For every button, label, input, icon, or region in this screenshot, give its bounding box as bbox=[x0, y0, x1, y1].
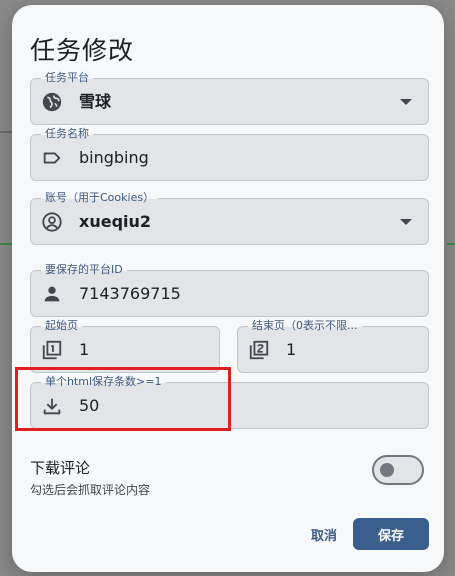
dialog-title: 任务修改 bbox=[30, 36, 135, 65]
switch-knob bbox=[380, 463, 394, 477]
person-icon bbox=[41, 283, 63, 305]
start-page-value: 1 bbox=[79, 340, 90, 359]
download-comments-subtitle: 勾选后会抓取评论内容 bbox=[30, 483, 151, 497]
account-label: 账号（用于Cookies） bbox=[41, 190, 159, 206]
end-page-label: 结束页（0表示不限... bbox=[248, 318, 362, 334]
task-name-label: 任务名称 bbox=[41, 126, 93, 142]
download-comments-switch[interactable] bbox=[372, 455, 424, 485]
end-page-value: 1 bbox=[286, 340, 297, 359]
platform-id-field[interactable]: 要保存的平台ID 7143769715 bbox=[30, 262, 429, 317]
start-page-field[interactable]: 起始页 1 bbox=[30, 318, 220, 373]
platform-value: 雪球 bbox=[79, 92, 112, 111]
filter-1-icon bbox=[41, 339, 63, 361]
globe-icon bbox=[41, 91, 63, 113]
chevron-down-icon[interactable] bbox=[400, 99, 412, 105]
account-circle-icon bbox=[41, 211, 63, 233]
highlight-box bbox=[15, 367, 231, 431]
platform-select[interactable]: 任务平台 雪球 bbox=[30, 70, 429, 125]
task-edit-dialog: 任务修改 任务平台 雪球 任务名称 bingbing 账号（用于Cookies）… bbox=[12, 5, 444, 572]
task-name-value: bingbing bbox=[79, 148, 149, 167]
label-tag-icon bbox=[41, 147, 63, 169]
platform-label: 任务平台 bbox=[41, 70, 93, 86]
background-divider bbox=[0, 131, 12, 133]
chevron-down-icon[interactable] bbox=[400, 219, 412, 225]
cancel-button[interactable]: 取消 bbox=[300, 518, 348, 550]
platform-id-label: 要保存的平台ID bbox=[41, 262, 127, 278]
download-comments-title: 下载评论 bbox=[30, 459, 91, 477]
filter-2-icon bbox=[248, 339, 270, 361]
platform-id-value: 7143769715 bbox=[79, 284, 181, 303]
end-page-field[interactable]: 结束页（0表示不限... 1 bbox=[237, 318, 429, 373]
account-select[interactable]: 账号（用于Cookies） xueqiu2 bbox=[30, 190, 429, 245]
background-accent-line bbox=[447, 243, 455, 245]
account-value: xueqiu2 bbox=[79, 212, 152, 231]
save-button[interactable]: 保存 bbox=[353, 518, 429, 550]
background-accent-line bbox=[0, 243, 12, 245]
start-page-label: 起始页 bbox=[41, 318, 82, 334]
task-name-field[interactable]: 任务名称 bingbing bbox=[30, 126, 429, 181]
